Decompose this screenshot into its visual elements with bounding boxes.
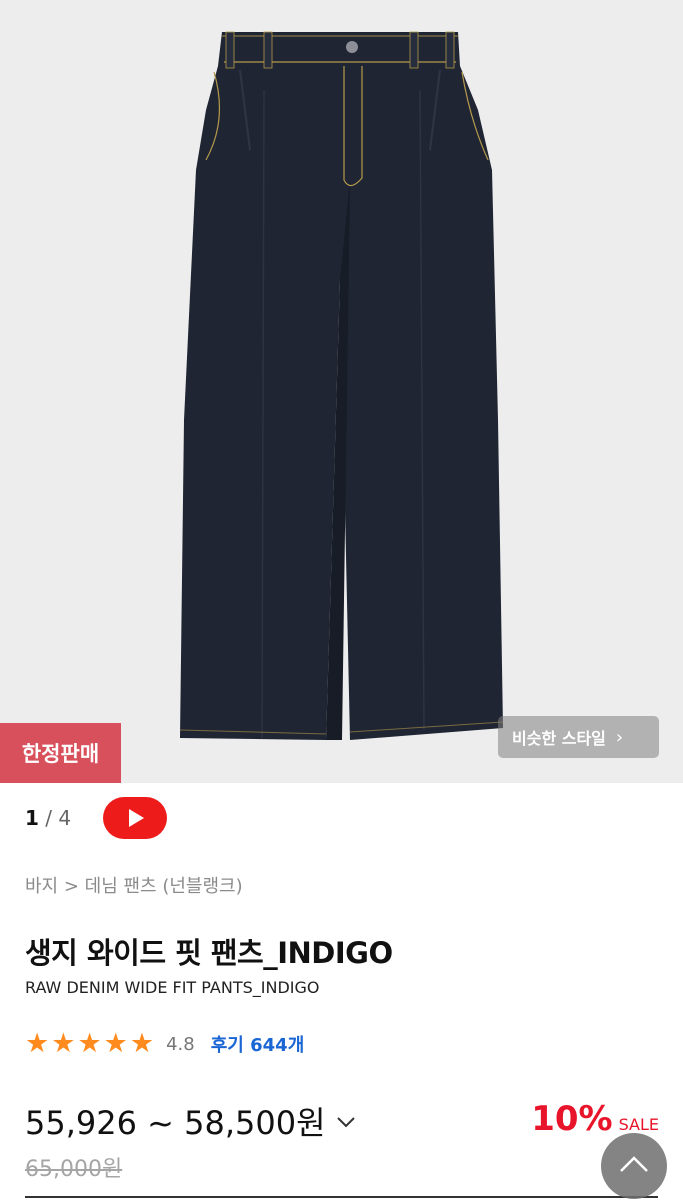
pager-total: 4: [58, 806, 72, 830]
rating-score: 4.8: [166, 1033, 195, 1055]
review-count-link[interactable]: 후기 644개: [211, 1031, 305, 1057]
divider: [25, 1196, 658, 1198]
pager-current: 1: [25, 806, 39, 830]
sale-label: SALE: [618, 1115, 659, 1134]
chevron-right-icon: ›: [615, 726, 624, 748]
denim-pants-illustration: [179, 31, 504, 740]
star-icon: ★: [51, 1028, 76, 1059]
star-icon: ★: [103, 1028, 128, 1059]
chevron-down-icon: [336, 1109, 356, 1133]
breadcrumb[interactable]: 바지 > 데님 팬츠 (넌블랭크): [25, 872, 243, 898]
scroll-top-button[interactable]: [601, 1133, 667, 1199]
discount-percent: 10%: [531, 1099, 613, 1139]
pager-separator: /: [45, 806, 53, 830]
limited-sale-badge: 한정판매: [0, 723, 121, 783]
product-image[interactable]: 한정판매 비슷한 스타일 ›: [0, 0, 683, 783]
product-subtitle: RAW DENIM WIDE FIT PANTS_INDIGO: [25, 978, 320, 997]
star-rating: ★ ★ ★ ★ ★: [25, 1030, 154, 1058]
price-range-dropdown[interactable]: 55,926 ~ 58,500원: [25, 1098, 356, 1144]
star-icon: ★: [77, 1028, 102, 1059]
rating-row: ★ ★ ★ ★ ★ 4.8 후기 644개: [25, 1030, 304, 1058]
star-icon: ★: [25, 1028, 50, 1059]
original-price: 65,000원: [25, 1157, 123, 1182]
price-range: 55,926 ~ 58,500원: [25, 1104, 326, 1142]
chevron-up-icon: [620, 1156, 648, 1172]
similar-style-button[interactable]: 비슷한 스타일 ›: [498, 716, 659, 758]
video-button[interactable]: [103, 797, 167, 839]
star-icon: ★: [129, 1028, 155, 1059]
play-icon: [129, 809, 144, 827]
product-title: 생지 와이드 핏 팬츠_INDIGO: [25, 936, 393, 970]
similar-style-label: 비슷한 스타일: [512, 729, 606, 748]
image-pager: 1 / 4: [25, 806, 71, 830]
